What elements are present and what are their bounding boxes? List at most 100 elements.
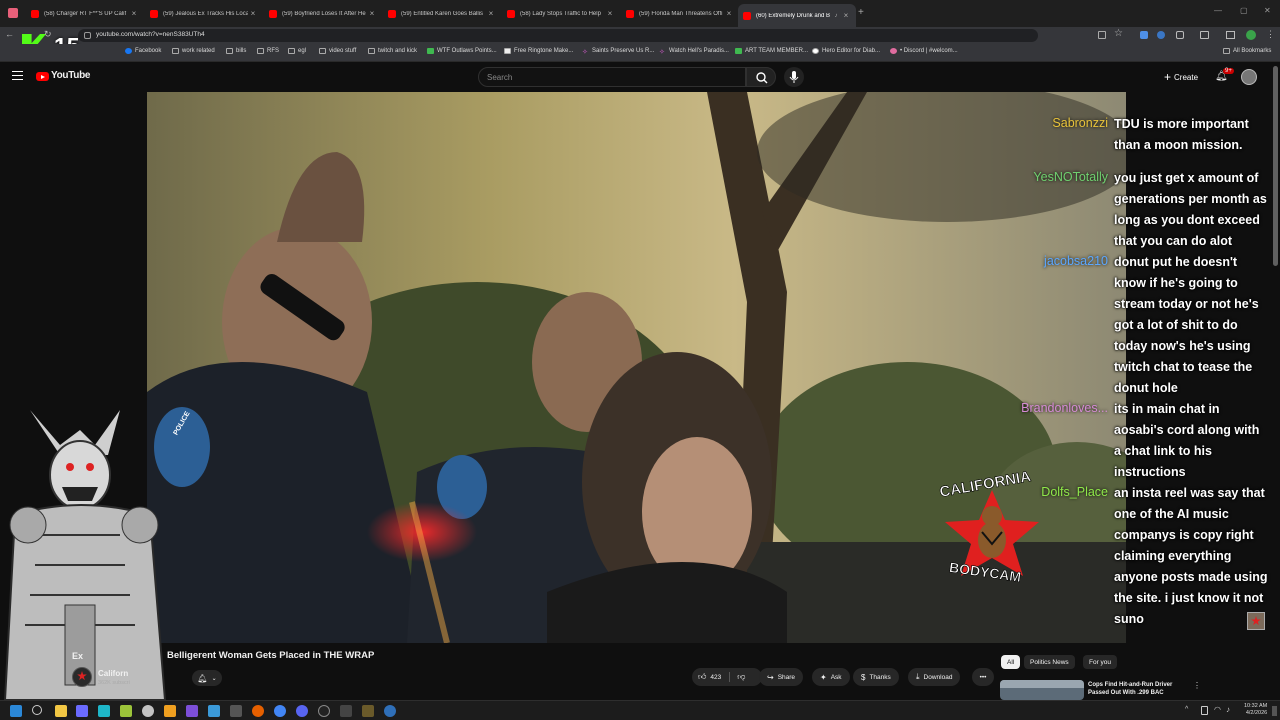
battery-icon[interactable] — [1201, 706, 1208, 715]
taskbar-app-icon[interactable] — [318, 705, 330, 717]
bookmark-item[interactable]: ✧ Saints Preserve Us R... — [582, 48, 654, 56]
all-bookmarks[interactable]: All Bookmarks — [1223, 48, 1271, 54]
minimize-icon[interactable]: — — [1214, 6, 1222, 15]
channel-avatar[interactable] — [72, 667, 92, 687]
more-actions-button[interactable]: ••• — [972, 668, 994, 686]
browser-kebab-icon[interactable]: ⋮ — [1266, 29, 1275, 40]
download-button[interactable]: ⤓ Download — [908, 668, 961, 686]
taskbar-app-icon[interactable] — [362, 705, 374, 717]
install-icon[interactable] — [1098, 31, 1106, 39]
settings-gear-icon[interactable] — [384, 705, 396, 717]
taskbar-app-icon[interactable] — [142, 705, 154, 717]
browser-tab[interactable]: (58) Charger RT F**'S UP Calif × — [26, 4, 144, 23]
extensions-puzzle-icon[interactable] — [1176, 31, 1184, 39]
subscription-bell-button[interactable]: 🔔︎ ⌄ — [192, 670, 222, 686]
taskbar-app-icon[interactable] — [120, 705, 132, 717]
firefox-icon[interactable] — [252, 705, 264, 717]
wifi-icon[interactable]: ◠ — [1214, 705, 1221, 714]
taskbar-app-icon[interactable] — [186, 705, 198, 717]
hamburger-menu-icon[interactable] — [12, 71, 23, 80]
close-icon[interactable]: × — [129, 9, 139, 18]
browser-tab[interactable]: (58) Lady Stops Traffic to Help × — [502, 4, 620, 23]
related-video-title[interactable]: Cops Find Hit-and-Run Driver Passed Out … — [1088, 681, 1172, 697]
taskbar-app-icon[interactable] — [164, 705, 176, 717]
thumbs-down-icon[interactable]: 👎︎ — [737, 672, 745, 682]
thanks-button[interactable]: $ Thanks — [853, 668, 899, 686]
search-input[interactable]: Search — [478, 67, 746, 87]
bookmark-item[interactable]: RFS — [257, 48, 279, 54]
new-tab-icon[interactable]: + — [858, 7, 864, 18]
close-icon[interactable]: × — [605, 9, 615, 18]
windows-start-icon[interactable] — [10, 705, 22, 717]
taskbar-app-icon[interactable] — [208, 705, 220, 717]
taskbar-app-icon[interactable] — [98, 705, 110, 717]
bookmark-item[interactable]: • Discord | #welcom... — [890, 48, 958, 54]
bookmark-item[interactable]: Hero Editor for Diab... — [812, 48, 880, 54]
channel-watermark-logo: CALIFORNIA BODYCAM — [935, 468, 1050, 590]
chrome-icon[interactable] — [274, 705, 286, 717]
show-desktop-button[interactable] — [1272, 706, 1277, 716]
browser-tab[interactable]: (59) Florida Man Threatens Offi × — [621, 4, 739, 23]
volume-icon[interactable]: ♪ — [1226, 705, 1230, 714]
create-button[interactable]: + Create — [1158, 69, 1204, 85]
browser-tab[interactable]: (59) Jealous Ex Tracks His Loca × — [145, 4, 263, 23]
youtube-logo-icon[interactable] — [36, 72, 49, 81]
browser-tab-active[interactable]: (60) Extremely Drunk and B ♪ × — [738, 4, 856, 27]
tabs-icon[interactable] — [1226, 31, 1235, 39]
site-info-icon[interactable] — [84, 32, 91, 39]
file-explorer-icon[interactable] — [55, 705, 67, 717]
close-icon[interactable]: × — [841, 11, 851, 20]
url-field[interactable]: youtube.com/watch?v=nenS383UTh4 — [78, 29, 1038, 42]
profile-avatar[interactable] — [1246, 30, 1256, 40]
bookmark-item[interactable]: video stuff — [319, 48, 356, 54]
close-icon[interactable]: × — [367, 9, 377, 18]
tray-chevron-icon[interactable]: ^ — [1185, 706, 1188, 713]
bookmark-item[interactable]: ✧ Watch Hell's Paradis... — [659, 48, 729, 56]
taskbar-app-icon[interactable] — [76, 705, 88, 717]
voice-search-button[interactable] — [784, 67, 804, 87]
bookmark-item[interactable]: egl — [288, 48, 306, 54]
audio-icon[interactable]: ♪ — [831, 13, 841, 19]
taskbar-app-icon[interactable] — [230, 705, 242, 717]
browser-tab[interactable]: (59) Entitled Karen Goes Ballis × — [383, 4, 501, 23]
youtube-logo-text[interactable]: YouTube — [51, 70, 91, 81]
youtube-favicon-icon — [150, 9, 158, 18]
maximize-icon[interactable]: ▢ — [1240, 6, 1248, 15]
search-button[interactable] — [746, 67, 776, 87]
bookmark-item[interactable]: work related — [172, 48, 215, 54]
ask-button[interactable]: ✦ Ask — [812, 668, 850, 686]
bookmark-star-icon[interactable]: ☆ — [1114, 28, 1123, 39]
extension-icon[interactable] — [1157, 31, 1165, 39]
thumbs-up-icon[interactable]: 👍︎ — [698, 672, 706, 682]
close-icon[interactable]: × — [486, 9, 496, 18]
chip-politics-news[interactable]: Politics News — [1024, 655, 1075, 669]
browser-menu-icon[interactable] — [8, 8, 18, 18]
taskbar-app-icon[interactable] — [340, 705, 352, 717]
bookmark-item[interactable]: twitch and kick — [368, 48, 417, 54]
back-icon[interactable]: ← — [5, 29, 19, 43]
browser-tab[interactable]: (59) Boyfriend Loses It After He × — [264, 4, 382, 23]
sidepanel-icon[interactable] — [1200, 31, 1209, 39]
account-avatar[interactable] — [1241, 69, 1257, 85]
like-count[interactable]: 423 — [710, 674, 721, 681]
extension-icon[interactable] — [1140, 31, 1148, 39]
close-icon[interactable]: × — [248, 9, 258, 18]
chip-all[interactable]: All — [1001, 655, 1021, 669]
taskbar-search-icon[interactable] — [32, 705, 42, 715]
bookmark-item[interactable]: Free Ringtone Make... — [504, 48, 573, 54]
bookmark-item[interactable]: bills — [226, 48, 246, 54]
bookmark-item[interactable]: ART TEAM MEMBER... — [735, 48, 808, 54]
channel-name[interactable]: Californ — [98, 669, 128, 678]
close-icon[interactable]: × — [724, 9, 734, 18]
bookmark-item[interactable]: WTF Outlaws Points... — [427, 48, 497, 54]
page-scrollbar[interactable] — [1273, 66, 1278, 266]
chip-for-you[interactable]: For you — [1083, 655, 1118, 669]
bookmark-item[interactable]: Facebook — [125, 48, 161, 54]
related-video-thumbnail[interactable] — [1000, 680, 1084, 700]
youtube-favicon-icon — [269, 9, 277, 18]
related-more-icon[interactable]: ⋮ — [1193, 681, 1201, 690]
discord-icon[interactable] — [296, 705, 308, 717]
window-close-icon[interactable]: ✕ — [1264, 6, 1271, 15]
taskbar-clock[interactable]: 10:32 AM 4/2/2026 — [1244, 703, 1267, 717]
share-button[interactable]: ↪ Share — [759, 668, 804, 686]
